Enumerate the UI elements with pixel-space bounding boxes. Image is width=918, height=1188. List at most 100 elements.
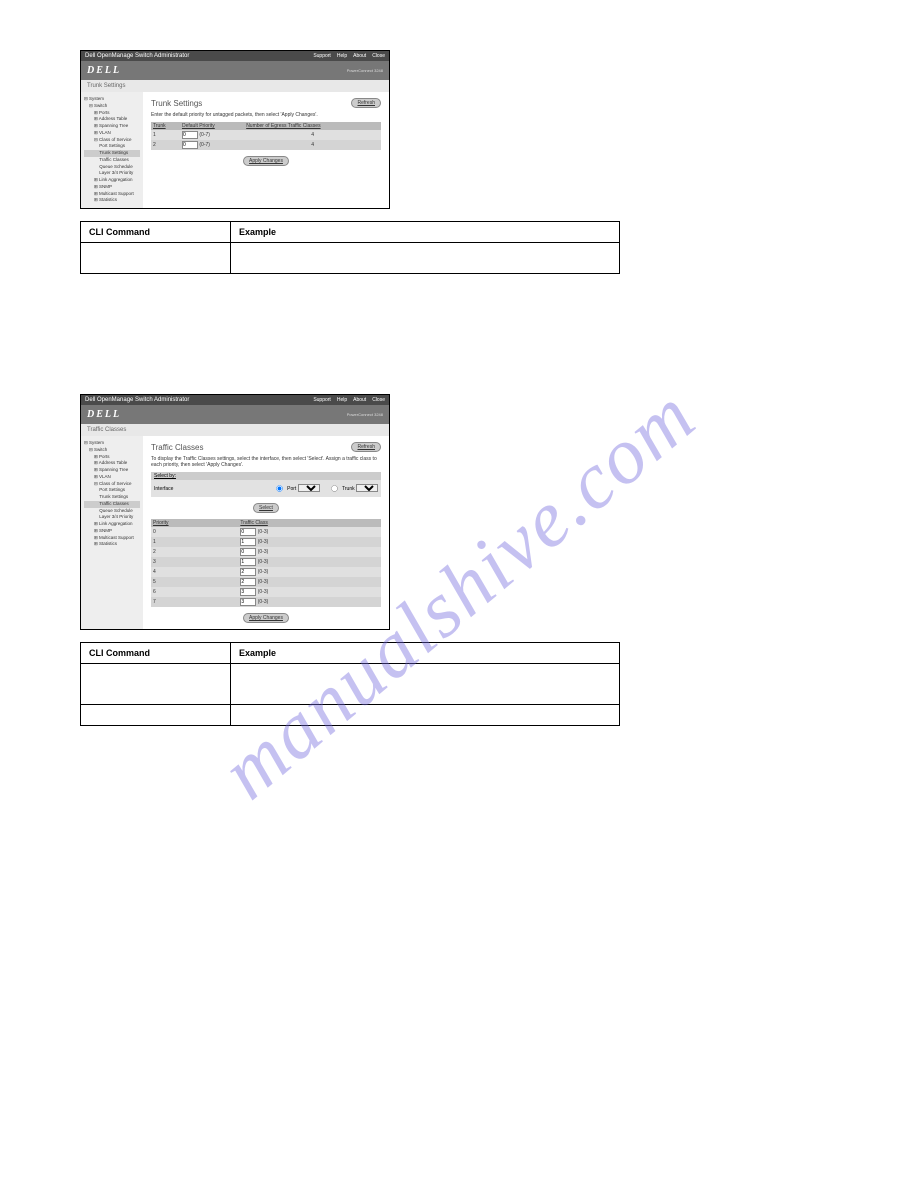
tree-node[interactable]: ⊞ VLAN bbox=[84, 474, 140, 481]
class-input[interactable] bbox=[240, 588, 256, 596]
main-panel: Traffic Classes Refresh To display the T… bbox=[143, 436, 389, 629]
tree-node[interactable]: ⊞ Ports bbox=[84, 110, 140, 117]
close-link[interactable]: Close bbox=[372, 53, 385, 59]
tree-node[interactable]: ⊞ VLAN bbox=[84, 130, 140, 137]
cli-header-command: CLI Command bbox=[81, 222, 231, 243]
cli-command-cell bbox=[81, 243, 231, 274]
description-text: Enter the default priority for untagged … bbox=[151, 112, 381, 118]
cell-priority: 4 bbox=[151, 567, 238, 577]
priority-input[interactable] bbox=[182, 141, 198, 149]
class-input[interactable] bbox=[240, 598, 256, 606]
apply-changes-button[interactable]: Apply Changes bbox=[243, 156, 289, 166]
titlebar-links: Support Help About Close bbox=[313, 53, 385, 59]
nav-tree[interactable]: ⊟ System ⊟ Switch ⊞ Ports ⊞ Address Tabl… bbox=[81, 436, 143, 629]
tree-node[interactable]: ⊞ Address Table bbox=[84, 116, 140, 123]
about-link[interactable]: About bbox=[353, 53, 366, 59]
table-row bbox=[81, 664, 620, 705]
class-input[interactable] bbox=[240, 558, 256, 566]
tree-node[interactable]: Queue Schedule bbox=[84, 164, 140, 171]
tree-node[interactable]: ⊞ SNMP bbox=[84, 528, 140, 535]
class-input[interactable] bbox=[240, 578, 256, 586]
trunk-select[interactable]: 1 bbox=[356, 484, 378, 492]
trunk-settings-screenshot: Dell OpenManage Switch Administrator Sup… bbox=[80, 50, 390, 209]
table-row: 2 (0-3) bbox=[151, 547, 381, 557]
range-label: (0-3) bbox=[258, 579, 269, 585]
tree-node[interactable]: ⊞ Ports bbox=[84, 454, 140, 461]
range-label: (0-7) bbox=[199, 132, 210, 138]
table-row: 7 (0-3) bbox=[151, 597, 381, 607]
table-row: 2 (0-7) 4 bbox=[151, 140, 381, 150]
col-trunk: Trunk bbox=[151, 122, 180, 130]
trunk-radio[interactable] bbox=[331, 485, 338, 492]
class-input[interactable] bbox=[240, 528, 256, 536]
tree-node[interactable]: ⊞ Multicast Support bbox=[84, 191, 140, 198]
tree-node[interactable]: Queue Schedule bbox=[84, 508, 140, 515]
help-link[interactable]: Help bbox=[337, 53, 347, 59]
tree-node[interactable]: ⊞ Spanning Tree bbox=[84, 123, 140, 130]
tree-node[interactable]: Port Settings bbox=[84, 143, 140, 150]
tree-node[interactable]: Trunk Settings bbox=[84, 494, 140, 501]
port-radio[interactable] bbox=[276, 485, 283, 492]
tree-node[interactable]: ⊞ SNMP bbox=[84, 184, 140, 191]
cell-trunk: 1 bbox=[151, 130, 180, 140]
class-input[interactable] bbox=[240, 568, 256, 576]
tree-node[interactable]: Layer 3/4 Priority bbox=[84, 170, 140, 177]
breadcrumb: Trunk Settings bbox=[81, 80, 389, 92]
cell-priority: 1 bbox=[151, 537, 238, 547]
col-egress-classes: Number of Egress Traffic Classes bbox=[244, 122, 381, 130]
tree-node[interactable]: ⊟ Class of Service bbox=[84, 481, 140, 488]
tree-node[interactable]: ⊞ Statistics bbox=[84, 197, 140, 204]
tree-node[interactable]: ⊞ Multicast Support bbox=[84, 535, 140, 542]
tree-node[interactable]: ⊞ Link Aggregation bbox=[84, 177, 140, 184]
range-label: (0-3) bbox=[258, 529, 269, 535]
tree-node[interactable]: Port Settings bbox=[84, 487, 140, 494]
cli-command-cell bbox=[81, 664, 231, 705]
tree-node[interactable]: ⊞ Address Table bbox=[84, 460, 140, 467]
cell-priority: 3 bbox=[151, 557, 238, 567]
tree-node[interactable]: Layer 3/4 Priority bbox=[84, 514, 140, 521]
support-link[interactable]: Support bbox=[313, 397, 331, 403]
class-input[interactable] bbox=[240, 548, 256, 556]
refresh-button[interactable]: Refresh bbox=[351, 98, 381, 108]
tree-node-selected[interactable]: Trunk Settings bbox=[84, 150, 140, 157]
apply-changes-button[interactable]: Apply Changes bbox=[243, 613, 289, 623]
cell-priority: 0 bbox=[151, 527, 238, 537]
tree-node[interactable]: ⊟ System bbox=[84, 440, 140, 447]
range-label: (0-3) bbox=[258, 599, 269, 605]
tree-node-selected[interactable]: Traffic Classes bbox=[84, 501, 140, 508]
tree-node[interactable]: ⊞ Link Aggregation bbox=[84, 521, 140, 528]
tree-node[interactable]: ⊟ Class of Service bbox=[84, 137, 140, 144]
cli-command-cell bbox=[81, 705, 231, 726]
logo-bar: DELL PowerConnect 3248 bbox=[81, 405, 389, 424]
close-link[interactable]: Close bbox=[372, 397, 385, 403]
help-link[interactable]: Help bbox=[337, 397, 347, 403]
tree-node[interactable]: ⊞ Spanning Tree bbox=[84, 467, 140, 474]
table-row: 0 (0-3) bbox=[151, 527, 381, 537]
tree-node[interactable]: ⊟ Switch bbox=[84, 103, 140, 110]
description-text: To display the Traffic Classes settings,… bbox=[151, 456, 381, 468]
tree-node[interactable]: Traffic Classes bbox=[84, 157, 140, 164]
cell-classes: 4 bbox=[244, 130, 381, 140]
priority-input[interactable] bbox=[182, 131, 198, 139]
select-button[interactable]: Select bbox=[253, 503, 279, 513]
support-link[interactable]: Support bbox=[313, 53, 331, 59]
range-label: (0-3) bbox=[258, 589, 269, 595]
select-by-header: Select by: bbox=[151, 472, 381, 480]
cell-classes: 4 bbox=[244, 140, 381, 150]
tree-node[interactable]: ⊟ Switch bbox=[84, 447, 140, 454]
refresh-button[interactable]: Refresh bbox=[351, 442, 381, 452]
tree-node[interactable]: ⊟ System bbox=[84, 96, 140, 103]
dell-logo: DELL bbox=[87, 65, 121, 76]
app-title: Dell OpenManage Switch Administrator bbox=[85, 397, 189, 403]
table-row: 1 (0-3) bbox=[151, 537, 381, 547]
port-label: Port bbox=[287, 486, 296, 492]
about-link[interactable]: About bbox=[353, 397, 366, 403]
main-panel: Trunk Settings Refresh Enter the default… bbox=[143, 92, 389, 208]
table-row: 6 (0-3) bbox=[151, 587, 381, 597]
tree-node[interactable]: ⊞ Statistics bbox=[84, 541, 140, 548]
model-label: PowerConnect 3248 bbox=[347, 412, 383, 417]
nav-tree[interactable]: ⊟ System ⊟ Switch ⊞ Ports ⊞ Address Tabl… bbox=[81, 92, 143, 208]
col-traffic-class: Traffic Class bbox=[238, 519, 381, 527]
port-select[interactable]: 1 bbox=[298, 484, 320, 492]
class-input[interactable] bbox=[240, 538, 256, 546]
